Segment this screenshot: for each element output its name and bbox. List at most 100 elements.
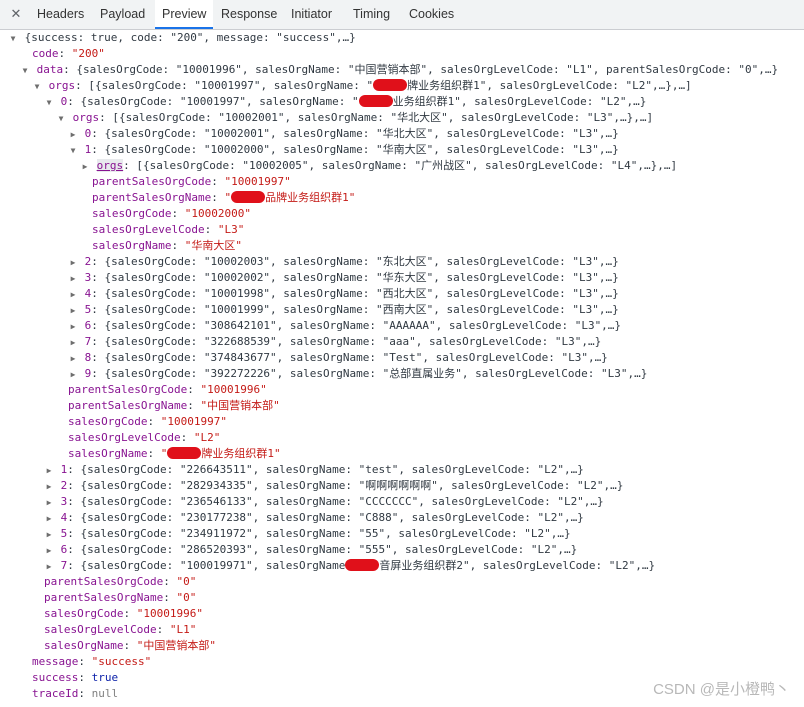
expanded-triangle-icon[interactable]: ▼: [56, 111, 66, 127]
json-tree-row[interactable]: ▶ 8: {salesOrgCode: "374843677", salesOr…: [68, 350, 608, 366]
json-key: salesOrgName: [44, 639, 124, 652]
collapsed-triangle-icon[interactable]: ▶: [44, 479, 54, 495]
collapsed-triangle-icon[interactable]: ▶: [44, 543, 54, 559]
json-tree-row[interactable]: ▶ 6: {salesOrgCode: "286520393", salesOr…: [44, 542, 578, 559]
json-preview-text: :: [211, 175, 225, 188]
json-preview-text: 音屏业务组织群2", salesOrgLevelCode: "L2",…}: [379, 559, 656, 572]
json-tree-row[interactable]: ▼ orgs: [{salesOrgCode: "10002001", sale…: [56, 110, 653, 126]
json-key: parentSalesOrgName: [92, 191, 212, 204]
collapsed-triangle-icon[interactable]: ▶: [68, 287, 78, 303]
json-tree-row: success: true: [32, 670, 118, 686]
collapsed-triangle-icon[interactable]: ▶: [68, 303, 78, 319]
json-preview-text: : [{salesOrgCode: "10002001", salesOrgNa…: [99, 111, 654, 124]
json-preview-text: :: [187, 399, 201, 412]
json-preview-text: 业务组织群1", salesOrgLevelCode: "L2",…}: [392, 95, 647, 108]
json-tree-row: traceId: null: [32, 686, 118, 702]
json-preview-text: : {salesOrgCode: "10001996", salesOrgNam…: [63, 63, 779, 76]
json-string-value: "10001997": [224, 175, 291, 188]
tab-preview[interactable]: Preview: [155, 0, 214, 29]
json-tree-row[interactable]: ▶ 3: {salesOrgCode: "236546133", salesOr…: [44, 494, 604, 510]
json-tree-row[interactable]: ▼ 0: {salesOrgCode: "10001997", salesOrg…: [44, 94, 646, 110]
expanded-triangle-icon[interactable]: ▼: [32, 79, 42, 95]
collapsed-triangle-icon[interactable]: ▶: [68, 351, 78, 367]
json-preview-text: :: [123, 639, 137, 652]
collapsed-triangle-icon[interactable]: ▶: [68, 255, 78, 271]
json-tree-row[interactable]: ▶ 2: {salesOrgCode: "282934335", salesOr…: [44, 478, 624, 495]
collapsed-triangle-icon[interactable]: ▶: [68, 367, 78, 383]
json-tree-row[interactable]: ▶ 0: {salesOrgCode: "10002001", salesOrg…: [68, 126, 619, 142]
json-key: salesOrgCode: [68, 415, 148, 428]
json-tree-row[interactable]: ▶ orgs: [{salesOrgCode: "10002005", sale…: [80, 158, 677, 174]
json-preview-text: : {salesOrgCode: "100019971", salesOrgNa…: [67, 559, 346, 572]
json-tree-row: salesOrgName: "中国营销本部": [44, 638, 216, 654]
json-tree-row[interactable]: ▶ 2: {salesOrgCode: "10002003", salesOrg…: [68, 254, 619, 270]
json-string-value: "L2": [193, 431, 221, 444]
expanded-triangle-icon[interactable]: ▼: [44, 95, 54, 111]
redaction-mark: [358, 95, 393, 107]
tab-initiator[interactable]: Initiator: [284, 0, 339, 28]
tab-cookies[interactable]: Cookies: [402, 0, 461, 28]
json-tree-row[interactable]: ▼ 1: {salesOrgCode: "10002000", salesOrg…: [68, 142, 619, 158]
expanded-triangle-icon[interactable]: ▼: [20, 63, 30, 79]
json-tree-row: salesOrgName: "华南大区": [92, 238, 242, 254]
collapsed-triangle-icon[interactable]: ▶: [44, 511, 54, 527]
collapsed-triangle-icon[interactable]: ▶: [68, 271, 78, 287]
json-tree-row[interactable]: ▶ 7: {salesOrgCode: "100019971", salesOr…: [44, 558, 655, 574]
json-key: parentSalesOrgCode: [68, 383, 188, 396]
json-preview-text: : {salesOrgCode: "10001997", salesOrgNam…: [67, 95, 359, 108]
json-tree-row[interactable]: ▶ 7: {salesOrgCode: "322688539", salesOr…: [68, 334, 602, 351]
tab-headers[interactable]: Headers: [30, 0, 91, 28]
json-tree-row[interactable]: ▶ 5: {salesOrgCode: "10001999", salesOrg…: [68, 302, 619, 318]
redaction-mark: [373, 79, 408, 91]
json-tree-row[interactable]: ▶ 9: {salesOrgCode: "392272226", salesOr…: [68, 366, 648, 383]
json-preview-text: : {salesOrgCode: "10001998", salesOrgNam…: [91, 287, 619, 300]
json-tree-row[interactable]: ▼ orgs: [{salesOrgCode: "10001997", sale…: [32, 78, 692, 94]
json-preview-text: : {salesOrgCode: "10002001", salesOrgNam…: [91, 127, 619, 140]
json-tree-row[interactable]: ▶ 4: {salesOrgCode: "10001998", salesOrg…: [68, 286, 619, 302]
json-preview-text: : {salesOrgCode: "10002003", salesOrgNam…: [91, 255, 619, 268]
json-preview-text: : {salesOrgCode: "236546133", salesOrgNa…: [67, 495, 604, 508]
json-tree-row[interactable]: ▶ 6: {salesOrgCode: "308642101", salesOr…: [68, 318, 621, 334]
json-key: salesOrgName: [68, 447, 148, 460]
devtools-network-tabbar: ✕ Headers Payload Preview Response Initi…: [0, 0, 804, 30]
collapsed-triangle-icon[interactable]: ▶: [44, 527, 54, 543]
json-string-value: ": [160, 447, 168, 460]
expanded-triangle-icon[interactable]: ▼: [68, 143, 78, 159]
json-key: parentSalesOrgCode: [44, 575, 164, 588]
collapsed-triangle-icon[interactable]: ▶: [68, 335, 78, 351]
close-icon[interactable]: ✕: [8, 6, 24, 22]
json-preview-text: :: [204, 223, 218, 236]
json-tree-row: salesOrgLevelCode: "L2": [68, 430, 220, 446]
json-string-value: "10001996": [136, 607, 203, 620]
json-preview-text: :: [156, 623, 170, 636]
json-tree-row: salesOrgCode: "10002000": [92, 206, 251, 222]
collapsed-triangle-icon[interactable]: ▶: [68, 127, 78, 143]
json-preview-text: :: [163, 591, 177, 604]
json-string-value: "中国营销本部": [136, 639, 216, 652]
json-tree-row[interactable]: ▶ 4: {salesOrgCode: "230177238", salesOr…: [44, 510, 584, 526]
json-string-value: "10001997": [160, 415, 227, 428]
json-string-value: "success": [91, 655, 152, 668]
collapsed-triangle-icon[interactable]: ▶: [44, 495, 54, 511]
json-tree-row[interactable]: ▶ 3: {salesOrgCode: "10002002", salesOrg…: [68, 270, 619, 286]
tab-payload[interactable]: Payload: [93, 0, 152, 28]
expanded-triangle-icon[interactable]: ▼: [8, 31, 18, 47]
json-tree-row[interactable]: ▶ 1: {salesOrgCode: "226643511", salesOr…: [44, 462, 584, 478]
collapsed-triangle-icon[interactable]: ▶: [44, 559, 54, 575]
collapsed-triangle-icon[interactable]: ▶: [68, 319, 78, 335]
redaction-mark: [167, 447, 202, 459]
collapsed-triangle-icon[interactable]: ▶: [80, 159, 90, 175]
json-preview-text: : {salesOrgCode: "10001999", salesOrgNam…: [91, 303, 619, 316]
json-tree-row[interactable]: ▶ 5: {salesOrgCode: "234911972", salesOr…: [44, 526, 571, 542]
json-tree-row: salesOrgCode: "10001997": [68, 414, 227, 430]
collapsed-triangle-icon[interactable]: ▶: [44, 463, 54, 479]
json-preview-text: : {salesOrgCode: "230177238", salesOrgNa…: [67, 511, 584, 524]
json-tree-row[interactable]: ▼ {success: true, code: "200", message: …: [8, 30, 356, 46]
redaction-mark: [345, 559, 380, 571]
json-preview-text: :: [78, 655, 92, 668]
tab-response[interactable]: Response: [214, 0, 284, 28]
json-tree-row: parentSalesOrgName: " 品牌业务组织群1": [92, 190, 355, 206]
tab-timing[interactable]: Timing: [346, 0, 397, 28]
json-tree-row[interactable]: ▼ data: {salesOrgCode: "10001996", sales…: [20, 62, 779, 79]
json-key: orgs: [72, 111, 100, 124]
